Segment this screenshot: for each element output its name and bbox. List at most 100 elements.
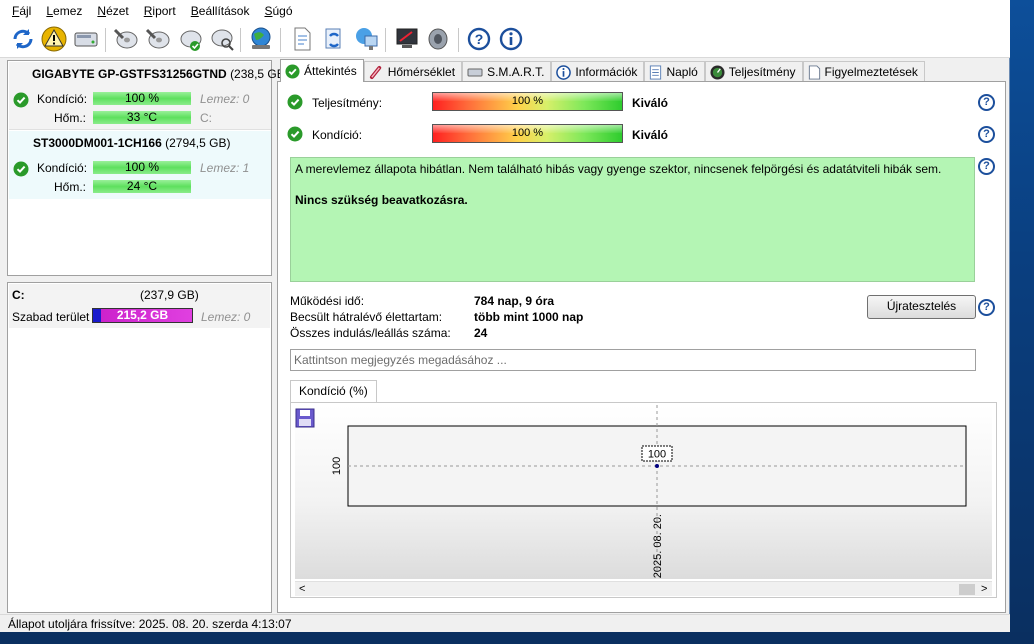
refresh-button[interactable] (9, 25, 37, 53)
tab-temperature[interactable]: Hőmérséklet (363, 61, 463, 82)
svg-text:?: ? (475, 31, 484, 47)
disk-search-icon (211, 29, 234, 51)
performance-rating: Kiváló (632, 96, 669, 110)
tab-performance[interactable]: Teljesítmény (704, 61, 803, 82)
condition-bar: 100 % (93, 161, 191, 174)
document-icon (294, 27, 311, 51)
disk-number-label: Lemez: 1 (200, 161, 250, 175)
help-icon[interactable]: ? (978, 126, 995, 143)
desktop-background (1010, 0, 1034, 644)
monitor-icon (396, 28, 418, 48)
help-button[interactable]: ? (465, 25, 493, 53)
globe-icon (251, 27, 271, 49)
alert-doc-icon (808, 64, 820, 80)
volume-size: (237,9 GB) (140, 288, 199, 302)
report-button[interactable] (288, 25, 316, 53)
help-icon[interactable]: ? (978, 299, 995, 316)
overview-panel: Teljesítmény: 100 % Kiváló ? Kondíció: 1… (277, 81, 1006, 613)
toolbar-separator (385, 28, 386, 52)
toolbar: ? (0, 22, 1010, 58)
temperature-bar: 33 °C (93, 111, 191, 124)
tab-information[interactable]: Információk (551, 61, 645, 82)
condition-chart: 100 2025. 08. 20. 100 (331, 405, 967, 579)
status-text: A merevlemez állapota hibátlan. Nem talá… (295, 162, 942, 176)
scroll-left-icon[interactable]: < (299, 582, 305, 596)
temperature-label: Hőm.: (54, 111, 87, 125)
disk-check-button[interactable] (176, 25, 204, 53)
speed-icon (710, 64, 725, 80)
disk-name: ST3000DM001-1CH166 (2794,5 GB) (33, 136, 231, 150)
condition-label: Kondíció: (312, 128, 363, 142)
condition-label: Kondíció: (37, 92, 88, 106)
log-icon (650, 64, 662, 80)
disk-search-button[interactable] (208, 25, 236, 53)
disk-tool-2-button[interactable] (144, 25, 172, 53)
menu-file[interactable]: Fájl (5, 0, 39, 22)
menu-settings[interactable]: Beállítások (184, 0, 258, 22)
ok-status-icon (287, 126, 303, 142)
condition-rating: Kiváló (632, 128, 669, 142)
toolbar-separator (280, 28, 281, 52)
health-status-message: A merevlemez állapota hibátlan. Nem talá… (290, 157, 975, 282)
status-bar: Állapot utoljára frissítve: 2025. 08. 20… (0, 614, 1010, 632)
x-tick-label: 2025. 08. 20. (652, 514, 664, 578)
menu-view[interactable]: Nézet (90, 0, 136, 22)
y-tick-label: 100 (331, 457, 343, 475)
sound-button[interactable] (425, 25, 453, 53)
info-icon (556, 64, 572, 80)
start-stop-value: 24 (474, 326, 488, 340)
disk-entry[interactable]: ST3000DM001-1CH166 (2794,5 GB) Kondíció:… (9, 131, 271, 199)
menu-help[interactable]: Súgó (257, 0, 300, 22)
help-icon[interactable]: ? (978, 158, 995, 175)
scroll-right-icon[interactable]: > (981, 582, 987, 596)
refresh-icon (13, 29, 33, 49)
speaker-icon (428, 28, 448, 50)
disk-list: GIGABYTE GP-GSTFS31256GTND (238,5 GB Kon… (7, 60, 285, 276)
tab-warnings[interactable]: Figyelmeztetések (802, 61, 925, 82)
sync-button[interactable] (320, 25, 348, 53)
disk-info-button[interactable] (72, 25, 100, 53)
computer-icon (356, 28, 378, 50)
thermometer-icon (369, 65, 381, 79)
about-button[interactable] (497, 25, 525, 53)
retest-button[interactable]: Újratesztelés (867, 295, 976, 319)
sync-document-icon (325, 28, 341, 49)
disk-tool-1-button[interactable] (112, 25, 140, 53)
menu-disk[interactable]: Lemez (39, 0, 90, 22)
computer-button[interactable] (352, 25, 380, 53)
help-icon[interactable]: ? (978, 94, 995, 111)
volume-letter: C: (12, 288, 25, 302)
uptime-value: 784 nap, 9 óra (474, 294, 555, 308)
tab-overview[interactable]: Áttekintés (280, 59, 364, 82)
hard-drive-icon (74, 32, 98, 47)
chart-scrollbar[interactable]: < > (295, 581, 992, 596)
note-input[interactable] (290, 349, 976, 371)
uptime-label: Működési idő: (290, 294, 365, 308)
volume-panel: C: (237,9 GB) Szabad terület 215,2 GB Le… (7, 282, 272, 613)
drive-letter-label: C: (200, 111, 212, 125)
network-button[interactable] (247, 25, 275, 53)
toolbar-separator (105, 28, 106, 52)
disk-wrench-icon (145, 28, 170, 49)
volume-disk-label: Lemez: 0 (201, 310, 251, 324)
disk-entry[interactable]: GIGABYTE GP-GSTFS31256GTND (238,5 GB Kon… (9, 62, 285, 130)
taskbar-edge (0, 632, 1034, 644)
tab-smart[interactable]: S.M.A.R.T. (462, 61, 552, 82)
monitor-button[interactable] (393, 25, 421, 53)
data-point (655, 464, 659, 468)
volume-entry[interactable]: C: (237,9 GB) Szabad terület 215,2 GB Le… (9, 284, 270, 328)
chart-tab-condition[interactable]: Kondíció (%) (290, 380, 377, 402)
app-window: Fájl Lemez Nézet Riport Beállítások Súgó (0, 0, 1010, 632)
help-icon: ? (467, 27, 491, 51)
start-stop-label: Összes indulás/leállás száma: (290, 326, 451, 340)
scroll-thumb[interactable] (959, 584, 975, 595)
warning-button[interactable] (40, 25, 68, 53)
performance-label: Teljesítmény: (312, 96, 383, 110)
info-icon (499, 27, 523, 51)
tab-log[interactable]: Napló (644, 61, 705, 82)
lifetime-label: Becsült hátralévő élettartam: (290, 310, 443, 324)
left-panel: GIGABYTE GP-GSTFS31256GTND (238,5 GB Kon… (7, 60, 285, 613)
chart-area: 100 2025. 08. 20. 100 (295, 405, 992, 579)
disk-number-label: Lemez: 0 (200, 92, 250, 106)
menu-report[interactable]: Riport (137, 0, 184, 22)
